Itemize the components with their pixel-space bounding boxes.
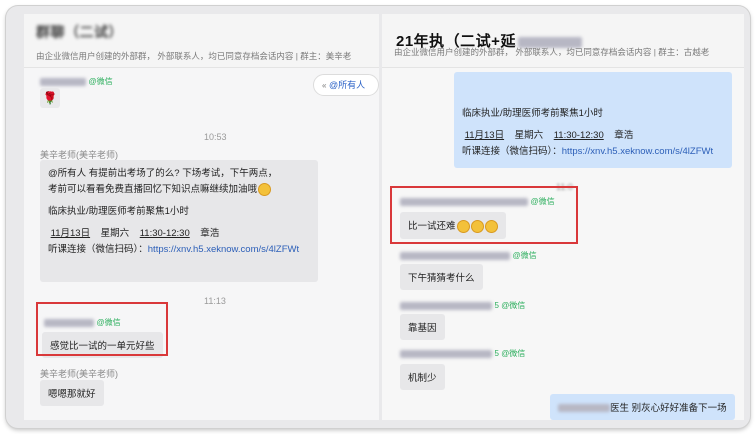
rose-sticker: 🌹 [40, 88, 60, 108]
course-link[interactable]: https://xnv.h5.xeknow.com/s/4lZFWt [562, 146, 713, 157]
right-chat-header: 21年执（二试+延 由企业微信用户创建的外部群， 外部联系人，均已同意存档会话内… [382, 14, 744, 68]
message-bubble[interactable]: 下午猜猜考什么 [400, 264, 483, 290]
screenshot-frame: 群聊（二试） 由企业微信用户创建的外部群， 外部联系人，均已同意存档会话内容 |… [6, 6, 750, 428]
teacher-name: 美辛老师(美辛老师) [40, 369, 118, 379]
left-group-subtitle: 由企业微信用户创建的外部群， 外部联系人，均已同意存档会话内容 | 群主：美辛老 [36, 51, 352, 61]
notice-line: 考前可以看看免费直播回忆下知识点嘛继续加油哦 [48, 182, 310, 198]
mention-all-button[interactable]: « @所有人 [313, 74, 379, 96]
sender-line: 5 @微信 [400, 300, 525, 311]
notice-line: @所有人 有提前出考场了的么? 下场考试，下午两点， [48, 168, 278, 179]
notice-schedule: 11月13日 星期六 11:30-12:30 章浩 [464, 130, 634, 141]
timestamp: 11:13 [204, 296, 226, 306]
right-group-subtitle: 由企业微信用户创建的外部群， 外部联系人，均已同意存档会话内容 | 群主：古越老 [394, 47, 710, 57]
notice-line: 临床执业/助理医师考前聚焦1小时 [48, 206, 189, 217]
notice-schedule: 11月13日 星期六 11:30-12:30 章浩 [50, 228, 220, 239]
blurred-sender-name [400, 301, 492, 310]
notice-link-line: 听课连接（微信扫码）：https://xnv.h5.xeknow.com/s/4… [48, 244, 300, 255]
notice-line: 临床执业/助理医师考前聚焦1小时 [462, 108, 603, 119]
message-bubble[interactable]: 机制少 [400, 364, 445, 390]
highlight-box [36, 302, 168, 356]
course-link[interactable]: https://xnv.h5.xeknow.com/s/4lZFWt [148, 244, 299, 255]
notice-link-line: 听课连接（微信扫码）：https://xnv.h5.xeknow.com/s/4… [462, 146, 714, 157]
own-message-bubble[interactable]: 医生 别灰心好好准备下一场 [550, 394, 735, 420]
blurred-sender-name [400, 251, 510, 260]
highlight-box [390, 186, 578, 244]
timestamp: 10:53 [204, 132, 227, 142]
wechat-tag: @微信 [512, 251, 537, 260]
wechat-tag: 5 @微信 [494, 349, 526, 358]
left-chat-header: 群聊（二试） 由企业微信用户创建的外部群， 外部联系人，均已同意存档会话内容 |… [24, 14, 379, 68]
message-bubble[interactable]: 靠基因 [400, 314, 445, 340]
teacher-reply-bubble[interactable]: 嗯嗯那就好 [40, 380, 104, 406]
teacher-notice-bubble[interactable]: @所有人 有提前出考场了的么? 下场考试，下午两点， 考前可以看看免费直播回忆下… [40, 160, 318, 282]
right-chat-panel: 21年执（二试+延 由企业微信用户创建的外部群， 外部联系人，均已同意存档会话内… [382, 14, 744, 420]
left-group-title: 群聊（二试） [36, 24, 123, 40]
first-sender-line: @微信 [40, 76, 113, 87]
sender-line: @微信 [400, 250, 537, 261]
sender-line: 5 @微信 [400, 348, 525, 359]
blurred-sender-name [40, 77, 86, 86]
blurred-sender-name [400, 349, 492, 358]
blurred-mention [558, 404, 610, 413]
emoji-icon [258, 182, 272, 196]
wechat-tag: 5 @微信 [494, 301, 526, 310]
wechat-tag: @微信 [88, 77, 113, 86]
forwarded-notice-bubble[interactable]: 临床执业/助理医师考前聚焦1小时 11月13日 星期六 11:30-12:30 … [454, 72, 732, 168]
